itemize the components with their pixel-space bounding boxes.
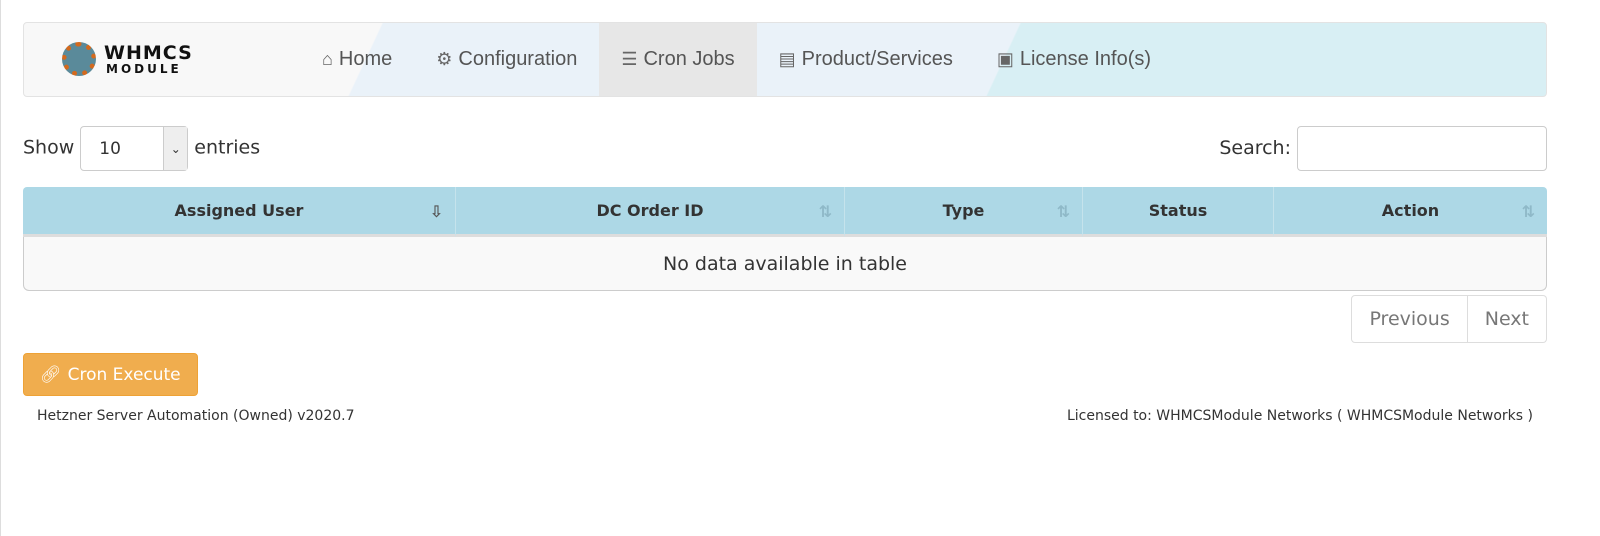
entries-select[interactable]: 10 ⌄ <box>80 126 189 171</box>
server-icon: ▤ <box>778 49 796 69</box>
empty-row: No data available in table <box>23 237 1547 291</box>
nav-cron-jobs[interactable]: ☰ Cron Jobs <box>599 23 757 96</box>
header-dc-order-id[interactable]: DC Order ID ⇅ <box>456 187 845 237</box>
search-input[interactable] <box>1297 126 1547 171</box>
license-text: Licensed to: WHMCSModule Networks ( WHMC… <box>1066 408 1533 424</box>
home-icon: ⌂ <box>322 49 333 69</box>
entries-value: 10 <box>99 138 121 159</box>
header-type[interactable]: Type ⇅ <box>845 187 1083 237</box>
id-card-icon: ▣ <box>996 49 1014 69</box>
navbar: WHMCS MODULE ⌂ Home ⚙ Configuration ☰ Cron J… <box>23 22 1547 97</box>
header-status: Status <box>1083 187 1274 237</box>
next-button[interactable]: Next <box>1467 295 1547 343</box>
entries-label: entries <box>194 136 261 159</box>
nav-configuration[interactable]: ⚙ Configuration <box>414 23 599 96</box>
sort-icon: ⇅ <box>818 202 832 221</box>
version-text: Hetzner Server Automation (Owned) v2020.… <box>37 408 355 424</box>
list-check-icon: ☰ <box>621 49 638 69</box>
nav-license-info[interactable]: ▣ License Info(s) <box>975 23 1173 96</box>
sort-desc-icon: ⇩ <box>429 202 443 221</box>
link-icon: 🔗︎ <box>40 364 62 385</box>
cron-execute-button[interactable]: 🔗︎ Cron Execute <box>23 353 198 396</box>
cron-table: Assigned User ⇩ DC Order ID ⇅ Type ⇅ Status… <box>23 187 1547 291</box>
header-action[interactable]: Action ⇅ <box>1274 187 1547 237</box>
nav-product-services[interactable]: ▤ Product/Services <box>757 23 975 96</box>
sort-icon: ⇅ <box>1056 202 1070 221</box>
gear-icon <box>62 41 96 76</box>
gears-icon: ⚙ <box>436 49 453 69</box>
nav-home[interactable]: ⌂ Home <box>300 23 414 96</box>
search-label: Search: <box>1219 137 1291 159</box>
sort-icon: ⇅ <box>1521 202 1535 221</box>
show-label: Show <box>23 136 75 159</box>
chevron-down-icon: ⌄ <box>163 127 188 170</box>
previous-button[interactable]: Previous <box>1351 295 1468 343</box>
logo[interactable]: WHMCS MODULE <box>52 40 242 80</box>
header-assigned-user[interactable]: Assigned User ⇩ <box>23 187 456 237</box>
